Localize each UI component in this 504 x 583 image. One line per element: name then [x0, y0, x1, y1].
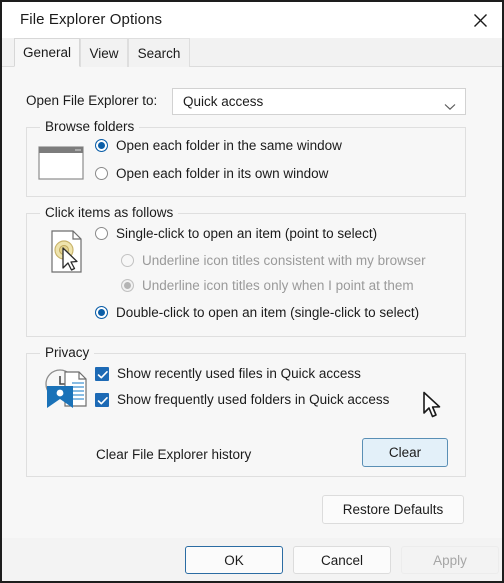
clear-history-label: Clear File Explorer history [96, 447, 252, 462]
radio-underline-browser-label: Underline icon titles consistent with my… [142, 253, 426, 268]
radio-row-underline-point: Underline icon titles only when I point … [121, 278, 414, 293]
radio-row-own-window[interactable]: Open each folder in its own window [95, 166, 328, 181]
dialog-body: General View Search Open File Explorer t… [2, 38, 502, 538]
radio-underline-point-label: Underline icon titles only when I point … [142, 278, 414, 293]
radio-row-underline-browser: Underline icon titles consistent with my… [121, 253, 426, 268]
recent-files-icon [39, 366, 95, 419]
tab-view[interactable]: View [80, 38, 128, 67]
click-items-group: Click items as follows Single-click to o… [26, 205, 466, 337]
radio-row-same-window[interactable]: Open each folder in the same window [95, 138, 342, 153]
radio-single-click[interactable] [95, 227, 108, 240]
ok-button-label: OK [224, 552, 244, 568]
tab-search-label: Search [137, 45, 181, 61]
window-title: File Explorer Options [20, 11, 163, 28]
title-bar: File Explorer Options [2, 2, 502, 38]
document-pointer-icon [47, 228, 89, 281]
click-items-title: Click items as follows [40, 205, 179, 220]
restore-defaults-label: Restore Defaults [342, 502, 444, 517]
checkbox-frequent-folders-label: Show frequently used folders in Quick ac… [117, 392, 390, 407]
tab-content-general: Open File Explorer to: Quick access Brow… [2, 67, 502, 538]
apply-button-label: Apply [433, 552, 467, 568]
close-icon [473, 13, 488, 28]
checkbox-frequent-folders[interactable] [95, 392, 109, 407]
radio-single-click-label: Single-click to open an item (point to s… [116, 226, 378, 241]
tab-view-label: View [89, 45, 119, 61]
radio-double-click[interactable] [95, 306, 108, 319]
tab-general[interactable]: General [14, 38, 80, 67]
radio-own-window-label: Open each folder in its own window [116, 166, 329, 181]
apply-button: Apply [401, 546, 499, 574]
tab-strip: General View Search [2, 38, 502, 67]
radio-row-single-click[interactable]: Single-click to open an item (point to s… [95, 226, 377, 241]
chevron-down-icon [444, 98, 456, 111]
open-file-explorer-row: Open File Explorer to: Quick access [2, 88, 502, 116]
browse-folders-title: Browse folders [40, 119, 140, 134]
close-button[interactable] [458, 2, 502, 38]
radio-underline-point [121, 279, 134, 292]
radio-underline-browser [121, 254, 134, 267]
checkbox-row-recent-files[interactable]: Show recently used files in Quick access [95, 366, 361, 381]
cancel-button-label: Cancel [320, 552, 364, 568]
tab-search[interactable]: Search [128, 38, 190, 67]
radio-double-click-label: Double-click to open an item (single-cli… [116, 305, 420, 320]
open-file-explorer-value: Quick access [183, 94, 264, 109]
open-file-explorer-dropdown[interactable]: Quick access [172, 88, 466, 115]
tab-general-label: General [22, 45, 72, 60]
radio-own-window[interactable] [95, 167, 108, 180]
radio-row-double-click[interactable]: Double-click to open an item (single-cli… [95, 305, 419, 320]
ok-button[interactable]: OK [185, 546, 283, 574]
privacy-title: Privacy [40, 345, 95, 360]
cancel-button[interactable]: Cancel [293, 546, 391, 574]
file-explorer-options-dialog: File Explorer Options General View Searc… [0, 0, 504, 583]
open-file-explorer-label: Open File Explorer to: [26, 93, 158, 108]
checkbox-recent-files[interactable] [95, 366, 109, 381]
dialog-footer: OK Cancel Apply [2, 538, 502, 581]
browse-folders-group: Browse folders Open each folder in the s… [26, 119, 466, 197]
checkbox-recent-files-label: Show recently used files in Quick access [117, 366, 361, 381]
clear-button[interactable]: Clear [362, 438, 448, 467]
window-frame-icon [37, 143, 85, 188]
clear-button-label: Clear [388, 445, 422, 460]
restore-defaults-button[interactable]: Restore Defaults [322, 495, 464, 524]
radio-same-window[interactable] [95, 139, 108, 152]
checkbox-row-frequent-folders[interactable]: Show frequently used folders in Quick ac… [95, 392, 389, 407]
radio-same-window-label: Open each folder in the same window [116, 138, 342, 153]
